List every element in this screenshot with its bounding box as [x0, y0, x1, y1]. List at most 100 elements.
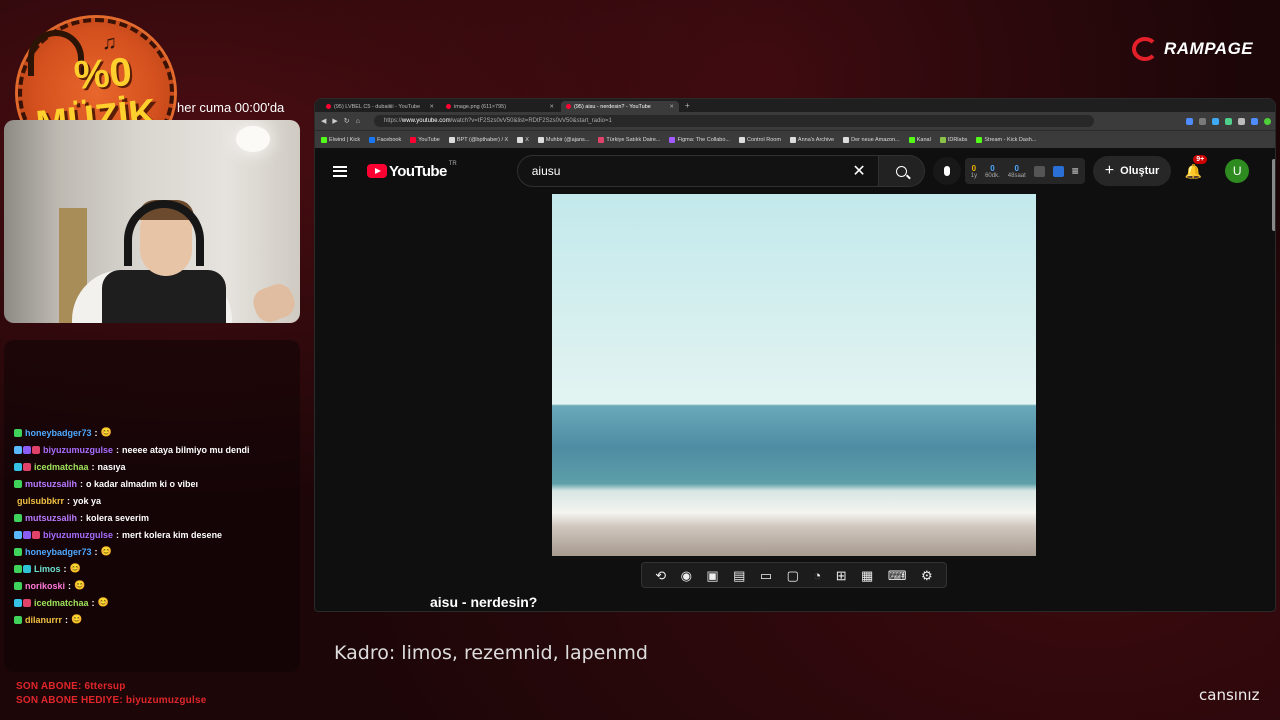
bookmark-label: IDRlabs: [947, 136, 968, 143]
reload-icon[interactable]: ↻: [344, 117, 350, 125]
bookmark-item[interactable]: Türkiye Satılık Daire...: [598, 136, 660, 143]
chat-separator: :: [67, 495, 71, 506]
chat-username[interactable]: dilanurrr: [25, 615, 62, 625]
extensions: [1186, 117, 1271, 125]
bookmark-item[interactable]: Muhbir (@ajans...: [537, 136, 590, 143]
badge-icon: [14, 564, 22, 573]
tab-close-icon[interactable]: ✕: [549, 104, 554, 110]
bookmark-item[interactable]: IDRlabs: [939, 136, 968, 143]
extension-icon[interactable]: [1186, 117, 1193, 125]
chat-username[interactable]: norikoski: [25, 581, 65, 591]
profile-icon[interactable]: [1264, 117, 1271, 125]
create-button[interactable]: + Oluştur: [1092, 156, 1172, 186]
bookmark-item[interactable]: Anna's Archive: [789, 136, 835, 143]
stats-toggle-icon[interactable]: [1052, 165, 1064, 177]
list-icon[interactable]: ≡: [1072, 164, 1079, 178]
chat-username[interactable]: mutsuzsalih: [25, 513, 77, 523]
chat-username[interactable]: honeybadger73: [25, 547, 92, 557]
bookmark-item[interactable]: Elwind | Kick: [321, 136, 360, 143]
new-tab-icon[interactable]: +: [685, 101, 690, 110]
browser-tab[interactable]: (95) aisu - nerdesin? - YouTube ✕: [561, 101, 679, 112]
bookmark-favicon-icon: [598, 136, 605, 143]
keyboard-icon[interactable]: ⌨: [888, 569, 907, 582]
address-bar[interactable]: https://www.youtube.com/watch?v=tF2Szs0v…: [373, 115, 1094, 127]
search-input[interactable]: aiusu ✕: [516, 155, 879, 187]
theater-mode-icon[interactable]: ▭: [760, 569, 772, 582]
settings-gear-icon[interactable]: ⚙: [921, 569, 933, 582]
back-icon[interactable]: ◀: [321, 117, 326, 125]
chart-icon[interactable]: [1033, 165, 1045, 177]
voice-search-button[interactable]: [932, 157, 961, 185]
cinema-icon[interactable]: ▤: [733, 569, 745, 582]
chat-text: 😊: [100, 427, 112, 437]
bookmark-item[interactable]: Control Room: [738, 136, 781, 143]
chat-text: 😊: [69, 563, 81, 573]
video-player[interactable]: [552, 194, 1036, 556]
chat-text: kolera severim: [86, 512, 150, 523]
screenshot-icon[interactable]: ▦: [861, 569, 873, 582]
sidebar-icon[interactable]: [1251, 117, 1258, 125]
chat-username[interactable]: gulsubbkrr: [17, 496, 64, 506]
youtube-header: YouTube TR aiusu ✕ 0 1y 0 60dk. 0 48saat ≡ + O…: [315, 148, 1275, 194]
chat-badges: [14, 513, 22, 522]
forward-icon[interactable]: ▶: [332, 117, 337, 125]
bookmark-label: Muhbir (@ajans...: [545, 136, 590, 143]
tab-favicon-icon: [446, 104, 451, 109]
avatar[interactable]: U: [1225, 159, 1250, 183]
bookmark-favicon-icon: [517, 136, 524, 143]
extension-icon[interactable]: [1212, 117, 1219, 125]
chat-message: biyuzumuzgulse: mert kolera kim desene: [14, 526, 304, 543]
badge-icon: [23, 598, 31, 607]
bookmark-favicon-icon: [908, 136, 915, 143]
chat-message: icedmatchaa: 😊: [14, 594, 304, 611]
chat-separator: :: [116, 444, 120, 455]
bookmark-item[interactable]: YouTube: [410, 136, 440, 143]
last-gift-subscriber: SON ABONE HEDIYE: biyuzumuzgulse: [16, 695, 207, 706]
extension-icon[interactable]: [1225, 117, 1232, 125]
chat-username[interactable]: Limos: [34, 564, 61, 574]
menu-icon[interactable]: [333, 165, 347, 177]
chat-username[interactable]: biyuzumuzgulse: [43, 530, 113, 540]
scrollbar[interactable]: [1272, 159, 1275, 231]
tab-close-icon[interactable]: ✕: [669, 104, 674, 110]
bookmark-item[interactable]: X: [517, 136, 529, 143]
bookmark-item[interactable]: Figma: The Collabo...: [669, 136, 730, 143]
browser-tab[interactable]: (95) LVBEL C5 - dubaiiiii - YouTube ✕: [321, 101, 439, 112]
notifications-button[interactable]: 🔔 9+: [1183, 155, 1208, 181]
watch-icon[interactable]: ▣: [706, 569, 718, 582]
bookmark-item[interactable]: Stream - Kick Dash...: [976, 136, 1036, 143]
bookmark-label: Anna's Archive: [797, 136, 835, 143]
youtube-logo[interactable]: YouTube TR: [367, 161, 457, 180]
schedule-text: her cuma 00:00'da: [177, 100, 285, 115]
chat-username[interactable]: icedmatchaa: [34, 462, 89, 472]
search-button[interactable]: [878, 155, 925, 187]
tab-close-icon[interactable]: ✕: [429, 104, 434, 110]
badge-icon: [23, 445, 31, 454]
loop-icon[interactable]: ⟲: [655, 569, 666, 582]
stats-widget[interactable]: 0 1y 0 60dk. 0 48saat ≡: [964, 158, 1085, 184]
bookmark-item[interactable]: BPT (@bpthaber) / X: [448, 136, 508, 143]
bookmark-item[interactable]: Kanal: [908, 136, 931, 143]
home-icon[interactable]: ⌂: [356, 118, 360, 125]
chat-username[interactable]: mutsuzsalih: [25, 479, 77, 489]
extension-icon[interactable]: [1199, 117, 1206, 125]
chat-username[interactable]: biyuzumuzgulse: [43, 445, 113, 455]
chat-text: 😊: [97, 597, 109, 607]
broadcast-icon[interactable]: ◉: [681, 569, 692, 582]
tab-label: (95) aisu - nerdesin? - YouTube: [574, 103, 651, 110]
bookmark-favicon-icon: [976, 136, 983, 143]
bookmark-favicon-icon: [321, 136, 327, 143]
chat-separator: :: [80, 512, 84, 523]
chat-username[interactable]: honeybadger73: [25, 428, 92, 438]
bookmark-item[interactable]: Facebook: [369, 136, 401, 143]
video-title: aisu - nerdesin?: [430, 594, 538, 610]
bookmark-item[interactable]: Der neue Amazon...: [843, 136, 900, 143]
miniplayer-icon[interactable]: ▢: [787, 569, 799, 582]
clear-icon[interactable]: ✕: [852, 161, 865, 181]
webcam-feed: [4, 120, 300, 323]
download-icon[interactable]: [1238, 117, 1245, 125]
browser-tab[interactable]: image.png (611×795) ✕: [441, 101, 559, 112]
speed-icon[interactable]: ◔: [813, 569, 821, 582]
chat-username[interactable]: icedmatchaa: [34, 598, 89, 608]
add-icon[interactable]: ⊞: [836, 569, 847, 582]
